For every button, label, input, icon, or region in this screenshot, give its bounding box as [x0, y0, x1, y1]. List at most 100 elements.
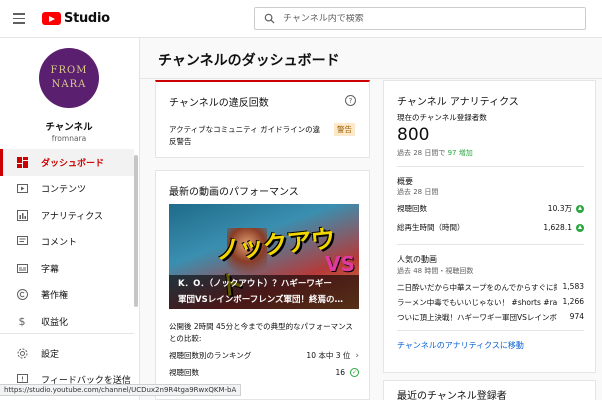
- analytics-link[interactable]: チャンネルのアナリティクスに移動: [397, 340, 524, 351]
- popular-video-views: 1,266: [562, 297, 584, 306]
- chevron-right-icon: ›: [355, 350, 359, 361]
- summary-views-label: 視聴回数: [397, 204, 427, 213]
- subscriber-change: 過去 28 日間で 97 増加: [397, 148, 473, 158]
- summary-watchtime-value-group: 1,628.1: [543, 223, 584, 232]
- sidebar-item-label: 著作権: [41, 291, 69, 302]
- ranking-value-group: 10 本中 3 位 ›: [306, 350, 359, 361]
- search-input[interactable]: [283, 13, 573, 24]
- avatar[interactable]: FROM NARA: [39, 48, 99, 108]
- violations-card: チャンネルの違反回数 ? アクティブなコミュニティ ガイドラインの違反警告 警告: [155, 80, 370, 158]
- analytics-icon: [16, 209, 28, 221]
- recent-subscribers-card: 最近のチャンネル登録者: [383, 380, 596, 400]
- channel-name: チャンネル: [45, 122, 93, 133]
- sidebar-item-label: ダッシュボード: [41, 158, 105, 169]
- summary-row-views: 視聴回数 10.3万: [397, 203, 584, 214]
- thumbnail-vs: VS: [325, 252, 355, 276]
- sidebar-item-label: 字幕: [41, 264, 60, 275]
- performance-description: 公開後 2時間 45分と今までの典型的なパフォーマンスとの比較:: [169, 322, 353, 343]
- check-icon: ✓: [350, 368, 359, 377]
- channel-analytics-card: チャンネル アナリティクス 現在のチャンネル登録者数 800 過去 28 日間で…: [383, 80, 596, 373]
- youtube-studio-logo[interactable]: Studio: [42, 11, 110, 26]
- content-icon: [16, 183, 28, 195]
- summary-watchtime-label: 総再生時間（時間）: [397, 223, 465, 232]
- sidebar-item-analytics[interactable]: アナリティクス: [0, 202, 134, 229]
- sidebar-item-settings[interactable]: 設定: [0, 340, 134, 367]
- avatar-line-2: NARA: [51, 79, 87, 90]
- violations-title: チャンネルの違反回数: [169, 98, 269, 109]
- link-status-bar: https://studio.youtube.com/channel/UCDux…: [0, 384, 242, 396]
- avatar-line-1: FROM: [50, 65, 88, 76]
- recent-subscribers-title: 最近のチャンネル登録者: [397, 391, 507, 400]
- views-label: 視聴回数: [169, 368, 199, 377]
- summary-period: 過去 28 日間: [397, 188, 439, 196]
- search-box[interactable]: [254, 7, 586, 30]
- top-header: Studio: [0, 0, 602, 38]
- logo-text: Studio: [64, 11, 110, 26]
- warning-badge: 警告: [334, 123, 355, 136]
- latest-video-performance-card: 最新の動画のパフォーマンス ノックアウト VS K．O．（ノックアウト）？ハギー…: [155, 170, 370, 400]
- summary-views-value-group: 10.3万: [548, 203, 584, 214]
- popular-video-row[interactable]: 二日酔いだから中華スープをのんでからすぐに揮… 1,583: [397, 282, 584, 293]
- subscribers-count: 800: [397, 125, 430, 145]
- sidebar-scrollbar[interactable]: [134, 155, 138, 307]
- ranking-value: 10 本中 3 位: [306, 351, 351, 360]
- gear-icon: [16, 347, 28, 359]
- copyright-icon: [16, 289, 28, 301]
- page-title: チャンネルのダッシュボード: [158, 53, 340, 69]
- sidebar-item-label: アナリティクス: [41, 211, 104, 222]
- subscriber-change-prefix: 過去 28 日間で: [397, 149, 446, 157]
- summary-watchtime-value: 1,628.1: [543, 223, 572, 232]
- youtube-play-icon: [42, 12, 61, 25]
- trend-up-icon: [576, 204, 584, 213]
- title-divider: [140, 78, 602, 79]
- divider: [397, 330, 584, 331]
- subscriber-change-value: 97 増加: [447, 149, 473, 157]
- analytics-title: チャンネル アナリティクス: [397, 97, 519, 108]
- subscribers-label: 現在のチャンネル登録者数: [397, 113, 487, 122]
- popular-video-title: ラーメン中毒でもいいじゃない！ #shorts #ramen …: [397, 298, 557, 307]
- sidebar-item-monetization[interactable]: $ 収益化: [0, 308, 134, 335]
- divider: [397, 244, 584, 245]
- views-row: 視聴回数 16 ✓: [169, 367, 359, 378]
- performance-title: 最新の動画のパフォーマンス: [169, 187, 299, 198]
- popular-video-row[interactable]: ついに頂上決戦！ハギーワギー軍団VSレインボー… 974: [397, 312, 584, 323]
- summary-views-value: 10.3万: [547, 204, 572, 213]
- sidebar-item-copyright[interactable]: 著作権: [0, 282, 134, 309]
- sidebar-item-subtitles[interactable]: 字幕: [0, 255, 134, 282]
- channel-handle: fromnara: [51, 134, 87, 143]
- dashboard-icon: [16, 156, 28, 168]
- popular-video-views: 1,583: [562, 282, 584, 291]
- popular-video-title: ついに頂上決戦！ハギーワギー軍団VSレインボー…: [397, 313, 557, 322]
- sidebar: FROM NARA チャンネル fromnara ダッシュボード コンテンツ ア…: [0, 38, 140, 400]
- comment-icon: [16, 236, 28, 248]
- views-value-group: 16 ✓: [335, 368, 359, 377]
- subtitles-icon: [16, 262, 28, 274]
- ranking-row[interactable]: 視聴回数別のランキング 10 本中 3 位 ›: [169, 350, 359, 361]
- dollar-icon: $: [18, 314, 26, 328]
- popular-period: 過去 48 時間・視聴回数: [397, 267, 474, 275]
- popular-title: 人気の動画: [397, 255, 437, 264]
- sidebar-item-dashboard[interactable]: ダッシュボード: [0, 149, 134, 176]
- video-title-line-1: K．O．（ノックアウト）？ハギーワギー: [178, 279, 332, 289]
- divider: [397, 166, 584, 167]
- video-thumbnail[interactable]: ノックアウト VS K．O．（ノックアウト）？ハギーワギー 軍団VSレインボーフ…: [169, 204, 359, 309]
- help-icon[interactable]: ?: [345, 95, 356, 106]
- trend-up-icon: [576, 223, 584, 232]
- sidebar-item-content[interactable]: コンテンツ: [0, 176, 134, 203]
- ranking-label: 視聴回数別のランキング: [169, 351, 252, 360]
- sidebar-nav: ダッシュボード コンテンツ アナリティクス コメント 字幕 著作権 $ 収益化: [0, 149, 134, 335]
- sidebar-item-label: 収益化: [41, 317, 69, 328]
- menu-icon[interactable]: [0, 0, 38, 38]
- video-title-line-2: 軍団VSレインボーフレンズ軍団！終焉の…: [178, 295, 344, 305]
- popular-video-views: 974: [569, 312, 584, 321]
- violation-text: アクティブなコミュニティ ガイドラインの違反警告: [169, 125, 321, 146]
- popular-video-row[interactable]: ラーメン中毒でもいいじゃない！ #shorts #ramen … 1,266: [397, 297, 584, 308]
- sidebar-item-comments[interactable]: コメント: [0, 229, 134, 256]
- summary-row-watchtime: 総再生時間（時間） 1,628.1: [397, 222, 584, 233]
- sidebar-item-label: 設定: [41, 349, 60, 360]
- sidebar-item-label: コンテンツ: [41, 185, 87, 196]
- search-icon[interactable]: [255, 13, 283, 24]
- popular-video-title: 二日酔いだから中華スープをのんでからすぐに揮…: [397, 283, 557, 292]
- views-value: 16: [335, 368, 345, 377]
- summary-title: 概要: [397, 177, 413, 186]
